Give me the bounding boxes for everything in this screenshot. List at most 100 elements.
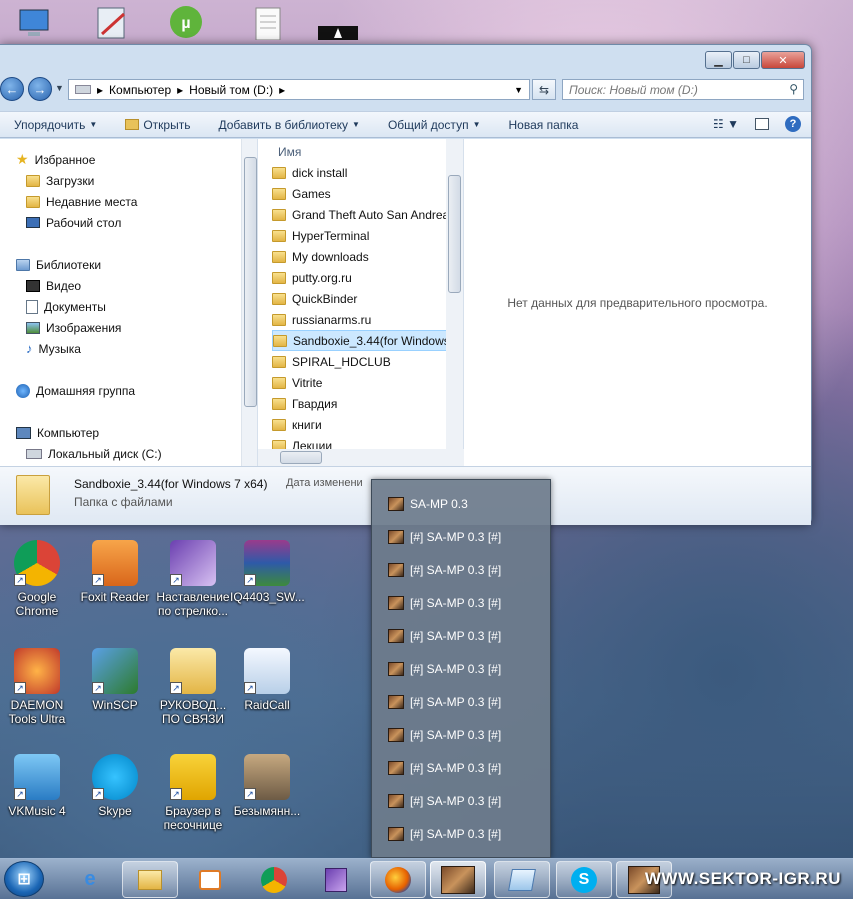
preview-pane-icon[interactable] xyxy=(755,118,769,130)
nav-libraries[interactable]: Библиотеки xyxy=(16,254,101,275)
nav-video[interactable]: Видео xyxy=(26,275,81,296)
view-options-icon[interactable]: ☷ ▼ xyxy=(713,117,739,131)
desktop-shortcut[interactable]: ↗ Skype xyxy=(78,754,152,818)
help-icon[interactable]: ? xyxy=(785,116,801,132)
file-scroll-thumb[interactable] xyxy=(448,175,461,293)
jumplist-item[interactable]: [#] SA-MP 0.3 [#] xyxy=(388,593,501,613)
firefox-taskbar-icon[interactable] xyxy=(370,861,426,898)
notepad-taskbar-icon[interactable] xyxy=(494,861,550,898)
file-row[interactable]: Гвардия xyxy=(272,393,448,414)
nav-recent-places[interactable]: Недавние места xyxy=(26,191,137,212)
details-date-label: Дата изменени xyxy=(286,477,363,489)
nav-homegroup[interactable]: Домашняя группа xyxy=(16,380,135,401)
add-to-library-button[interactable]: Добавить в библиотеку ▼ xyxy=(204,118,373,132)
breadcrumb-computer[interactable]: Компьютер xyxy=(109,83,171,97)
file-row[interactable]: Sandboxie_3.44(for Windows 7 x64) xyxy=(272,330,448,351)
jumplist-item[interactable]: [#] SA-MP 0.3 [#] xyxy=(388,659,501,679)
utorrent-icon[interactable]: µ xyxy=(166,4,206,40)
search-icon[interactable]: ⚲ xyxy=(789,82,798,96)
jumplist-item[interactable]: SA-MP 0.3 xyxy=(388,494,468,514)
organize-button[interactable]: Упорядочить ▼ xyxy=(0,118,111,132)
nav-scrollbar[interactable] xyxy=(241,139,257,466)
desktop-shortcut[interactable]: ↗ VKMusic 4 xyxy=(0,754,74,818)
image-icon: ↗ xyxy=(244,754,290,800)
document-desktop-icon[interactable] xyxy=(92,4,132,40)
jumplist-item[interactable]: [#] SA-MP 0.3 [#] xyxy=(388,626,501,646)
text-file-icon[interactable] xyxy=(248,4,288,41)
samp-taskbar-icon[interactable] xyxy=(430,861,486,898)
refresh-button[interactable]: ⇆ xyxy=(532,79,556,100)
file-row[interactable]: книги xyxy=(272,414,448,435)
file-row[interactable]: Games xyxy=(272,183,448,204)
nav-music[interactable]: ♪ Музыка xyxy=(26,338,81,359)
close-button[interactable]: ✕ xyxy=(761,51,805,69)
jumplist-label: SA-MP 0.3 xyxy=(410,497,468,511)
jumplist-item[interactable]: [#] SA-MP 0.3 [#] xyxy=(388,527,501,547)
breadcrumb-separator-icon[interactable]: ▸ xyxy=(279,83,285,97)
file-row[interactable]: putty.org.ru xyxy=(272,267,448,288)
desktop-shortcut[interactable]: ↗ Наставление по стрелко... xyxy=(156,540,230,618)
desktop-shortcut[interactable]: ↗ Foxit Reader xyxy=(78,540,152,604)
file-row[interactable]: dick install xyxy=(272,162,448,183)
desktop-shortcut[interactable]: ↗ DAEMON Tools Ultra xyxy=(0,648,74,726)
maximize-button[interactable]: □ xyxy=(733,51,760,69)
ie-taskbar-icon[interactable]: e xyxy=(62,861,118,898)
computer-desktop-icon[interactable] xyxy=(14,4,54,40)
nav-computer[interactable]: Компьютер xyxy=(16,422,99,443)
file-row[interactable]: My downloads xyxy=(272,246,448,267)
nav-scroll-thumb[interactable] xyxy=(244,157,257,407)
nav-downloads[interactable]: Загрузки xyxy=(26,170,94,191)
breadcrumb-drive[interactable]: Новый том (D:) xyxy=(189,83,273,97)
file-hscroll-thumb[interactable] xyxy=(280,451,322,464)
back-button[interactable]: ← xyxy=(0,77,24,101)
file-row[interactable]: russianarms.ru xyxy=(272,309,448,330)
file-row[interactable]: HyperTerminal xyxy=(272,225,448,246)
column-header-name[interactable]: Имя xyxy=(278,145,301,159)
start-button[interactable]: ⊞ xyxy=(4,861,44,897)
history-dropdown-icon[interactable]: ▼ xyxy=(55,83,64,93)
jumplist-item[interactable]: [#] SA-MP 0.3 [#] xyxy=(388,692,501,712)
forward-button[interactable]: → xyxy=(28,77,52,101)
desktop-shortcut[interactable]: ↗ Браузер в песочнице xyxy=(156,754,230,832)
desktop-shortcut[interactable]: ↗ WinSCP xyxy=(78,648,152,712)
desktop-shortcut[interactable]: ↗ RaidCall xyxy=(230,648,304,712)
jumplist-item[interactable]: [#] SA-MP 0.3 [#] xyxy=(388,725,501,745)
address-dropdown-icon[interactable]: ▼ xyxy=(514,85,523,95)
game-shortcut-icon[interactable] xyxy=(318,4,358,40)
jumplist-item[interactable]: [#] SA-MP 0.3 [#] xyxy=(388,791,501,811)
new-folder-button[interactable]: Новая папка xyxy=(494,118,592,132)
document-reader-taskbar-icon[interactable] xyxy=(308,861,364,898)
jumplist-item[interactable]: [#] SA-MP 0.3 [#] xyxy=(388,560,501,580)
chrome-taskbar-icon[interactable] xyxy=(246,861,302,898)
minimize-button[interactable]: ▁ xyxy=(705,51,732,69)
file-name: Vitrite xyxy=(292,375,323,390)
search-input[interactable]: Поиск: Новый том (D:) ⚲ xyxy=(562,79,804,100)
jumplist-item[interactable]: [#] SA-MP 0.3 [#] xyxy=(388,758,501,778)
explorer-taskbar-icon[interactable] xyxy=(122,861,178,898)
desktop-shortcut[interactable]: ↗ Безымянн... xyxy=(230,754,304,818)
address-bar[interactable]: ▸ Компьютер ▸ Новый том (D:) ▸ ▼ xyxy=(68,79,530,100)
desktop-shortcut[interactable]: ↗ Google Chrome xyxy=(0,540,74,618)
nav-desktop[interactable]: Рабочий стол xyxy=(26,212,121,233)
file-row[interactable]: Vitrite xyxy=(272,372,448,393)
file-vertical-scrollbar[interactable] xyxy=(446,139,463,453)
file-horizontal-scrollbar[interactable] xyxy=(258,449,464,466)
file-row[interactable]: SPIRAL_HDCLUB xyxy=(272,351,448,372)
jumplist-item[interactable]: [#] SA-MP 0.3 [#] xyxy=(388,824,501,844)
breadcrumb-separator-icon[interactable]: ▸ xyxy=(97,83,103,97)
skype-taskbar-icon[interactable]: S xyxy=(556,861,612,898)
share-button[interactable]: Общий доступ ▼ xyxy=(374,118,495,132)
window-controls: ▁ □ ✕ xyxy=(705,51,805,69)
samp-icon xyxy=(388,530,404,544)
media-player-taskbar-icon[interactable] xyxy=(182,861,238,898)
desktop-shortcut[interactable]: ↗ РУКОВОД... ПО СВЯЗИ xyxy=(156,648,230,726)
open-button[interactable]: Открыть xyxy=(111,118,204,132)
nav-images[interactable]: Изображения xyxy=(26,317,121,338)
nav-local-disk[interactable]: Локальный диск (C:) xyxy=(26,443,162,464)
nav-favorites[interactable]: ★ Избранное xyxy=(16,149,95,170)
file-row[interactable]: Grand Theft Auto San Andreas xyxy=(272,204,448,225)
file-row[interactable]: QuickBinder xyxy=(272,288,448,309)
nav-documents[interactable]: Документы xyxy=(26,296,106,317)
breadcrumb-separator-icon[interactable]: ▸ xyxy=(177,83,183,97)
desktop-shortcut[interactable]: ↗ IQ4403_SW... xyxy=(230,540,305,604)
